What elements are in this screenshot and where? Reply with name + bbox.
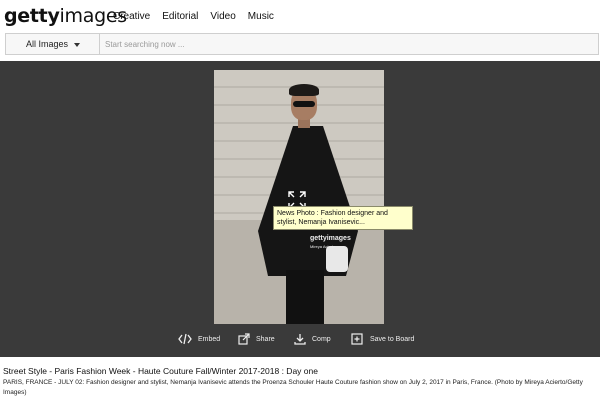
image-type-dropdown[interactable]: All Images — [5, 33, 100, 55]
action-bar: Embed Share Comp Save to Board — [0, 330, 600, 354]
save-to-board-button[interactable]: Save to Board — [351, 333, 414, 345]
comp-button[interactable]: Comp — [294, 333, 331, 345]
photo-tooltip: News Photo : Fashion designer and stylis… — [273, 206, 413, 230]
search-input[interactable] — [99, 33, 599, 55]
top-nav: gettyimages Creative Editorial Video Mus… — [0, 0, 600, 33]
news-photo[interactable]: gettyimages Mireya Acierto — [214, 70, 384, 324]
main-nav: Creative Editorial Video Music — [113, 10, 286, 24]
save-to-board-label: Save to Board — [370, 335, 415, 343]
caret-down-icon — [74, 42, 81, 47]
embed-icon — [178, 333, 192, 345]
embed-button[interactable]: Embed — [178, 333, 220, 345]
photo-legs — [286, 270, 324, 324]
logo-bold-text: getty — [4, 5, 60, 27]
caption-body: PARIS, FRANCE - JULY 02: Fashion designe… — [3, 379, 583, 396]
share-label: Share — [256, 335, 275, 343]
getty-logo[interactable]: gettyimages — [4, 4, 127, 28]
nav-video[interactable]: Video — [210, 10, 235, 24]
embed-label: Embed — [198, 335, 221, 343]
share-button[interactable]: Share — [238, 333, 275, 345]
photo-caption: Street Style - Paris Fashion Week - Haut… — [0, 359, 600, 410]
photo-hair — [289, 84, 319, 96]
photo-sunglasses — [293, 101, 315, 107]
search-bar: All Images — [0, 33, 600, 59]
watermark-text: gettyimages — [310, 235, 351, 242]
add-to-board-icon — [351, 333, 363, 345]
caption-title: Street Style - Paris Fashion Week - Haut… — [3, 366, 318, 376]
image-type-label: All Images — [26, 39, 69, 49]
nav-editorial[interactable]: Editorial — [162, 10, 198, 24]
comp-label: Comp — [312, 335, 331, 343]
watermark-credit: Mireya Acierto — [310, 244, 336, 249]
download-icon — [294, 334, 306, 345]
watermark: gettyimages Mireya Acierto — [310, 235, 351, 251]
share-icon — [238, 333, 250, 345]
image-viewer: gettyimages Mireya Acierto News Photo : … — [0, 61, 600, 357]
nav-creative[interactable]: Creative — [113, 10, 150, 24]
nav-music[interactable]: Music — [248, 10, 274, 24]
